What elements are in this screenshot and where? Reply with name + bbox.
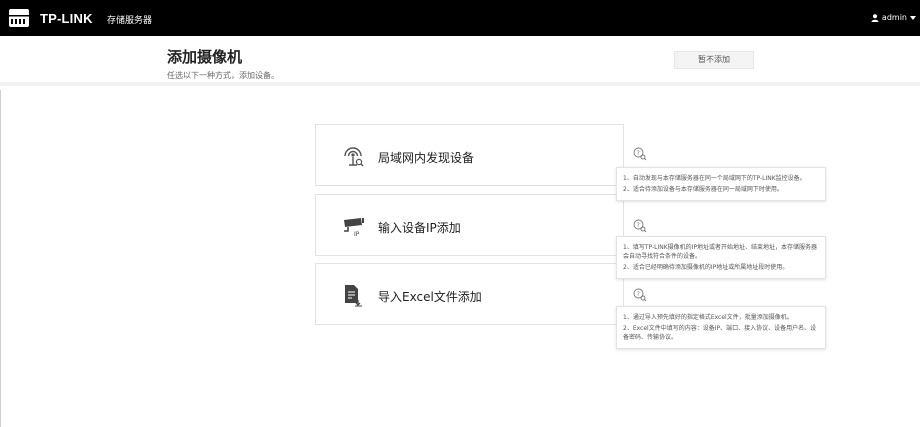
chevron-down-icon bbox=[910, 15, 916, 20]
ip-camera-icon: IP bbox=[342, 214, 364, 238]
svg-text:?: ? bbox=[637, 222, 640, 229]
top-bar: TP-LINK 存储服务器 admin bbox=[0, 0, 920, 36]
username: admin bbox=[881, 13, 907, 22]
nas-logo-icon bbox=[8, 8, 30, 28]
lan-discover-icon bbox=[342, 144, 364, 168]
option-excel-import[interactable]: 导入Excel文件添加 bbox=[315, 263, 624, 325]
tooltip-excel-import: 1、通过导入预先填好的指定格式Excel文件，批量添加摄像机。 2、Excel文… bbox=[616, 306, 826, 349]
option-label: 输入设备IP添加 bbox=[378, 221, 461, 235]
help-question-icon[interactable]: ? bbox=[633, 287, 647, 302]
skip-button[interactable]: 暂不添加 bbox=[674, 51, 754, 69]
content-border bbox=[0, 90, 1, 427]
tooltip-line: 2、Excel文件中填写的内容：设备IP、端口、接入协议、设备用户名、设备密码、… bbox=[623, 325, 817, 341]
product-name: 存储服务器 bbox=[107, 16, 153, 26]
tooltip-line: 1、填写TP-LINK摄像机的IP地址或者开始地址、结束地址，本存储服务器会自动… bbox=[623, 244, 818, 260]
tooltip-line: 1、通过导入预先填好的指定格式Excel文件，批量添加摄像机。 bbox=[623, 314, 793, 321]
page-title: 添加摄像机 bbox=[167, 48, 243, 66]
svg-text:?: ? bbox=[637, 150, 640, 157]
svg-text:?: ? bbox=[637, 291, 640, 298]
option-lan-discover[interactable]: 局域网内发现设备 bbox=[315, 124, 624, 186]
svg-text:IP: IP bbox=[354, 231, 360, 238]
tooltip-line: 2、适合已经明确待添加摄像机的IP地址或所属地址段时使用。 bbox=[623, 264, 789, 271]
tooltip-ip-add: 1、填写TP-LINK摄像机的IP地址或者开始地址、结束地址，本存储服务器会自动… bbox=[616, 236, 826, 279]
help-question-icon[interactable]: ? bbox=[633, 218, 647, 233]
tooltip-line: 2、适合待添加设备与本存储服务器在同一局域网下时使用。 bbox=[623, 186, 783, 193]
page-header: 添加摄像机 任选以下一种方式，添加设备。 暂不添加 bbox=[0, 36, 920, 86]
option-label: 导入Excel文件添加 bbox=[378, 290, 482, 304]
tooltip-lan-discover: 1、自动发现与本存储服务器在同一个局域网下的TP-LINK监控设备。 2、适合待… bbox=[616, 167, 826, 201]
excel-import-icon bbox=[342, 283, 364, 307]
option-ip-add[interactable]: IP 输入设备IP添加 bbox=[315, 194, 624, 256]
brand-name: TP-LINK bbox=[40, 11, 93, 26]
page-subtitle: 任选以下一种方式，添加设备。 bbox=[167, 71, 279, 80]
help-question-icon[interactable]: ? bbox=[633, 146, 647, 161]
option-label: 局域网内发现设备 bbox=[378, 151, 475, 165]
user-icon bbox=[871, 13, 879, 22]
user-menu[interactable]: admin bbox=[871, 13, 916, 22]
tooltip-line: 1、自动发现与本存储服务器在同一个局域网下的TP-LINK监控设备。 bbox=[623, 175, 806, 182]
